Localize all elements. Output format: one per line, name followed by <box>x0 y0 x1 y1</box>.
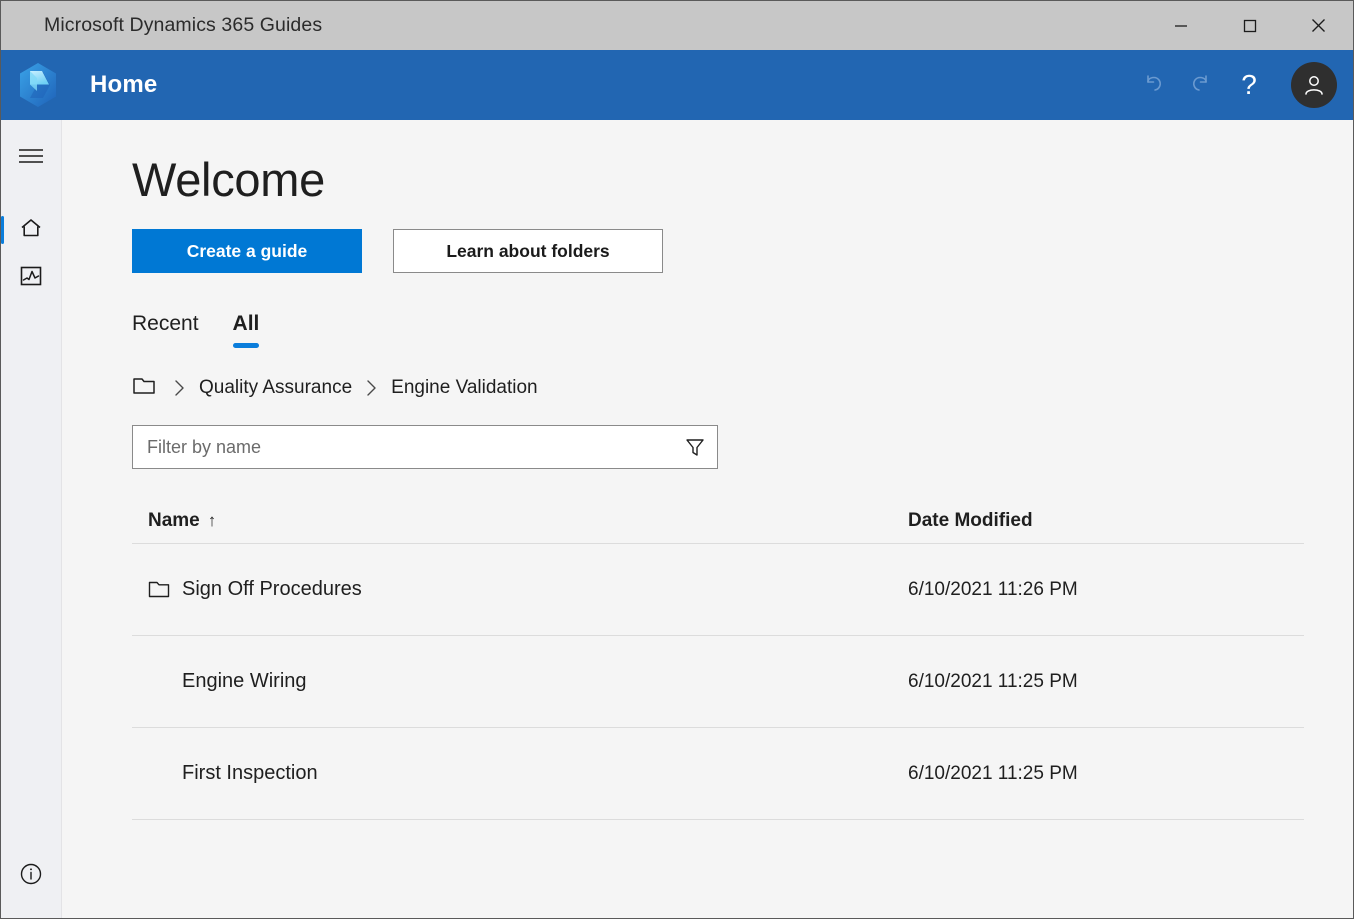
minimize-button[interactable] <box>1146 1 1215 50</box>
row-date-cell: 6/10/2021 11:25 PM <box>908 670 1078 692</box>
row-name-label: Sign Off Procedures <box>182 578 362 600</box>
breadcrumb-root-folder[interactable] <box>132 375 160 402</box>
table-row[interactable]: First Inspection 6/10/2021 11:25 PM <box>132 728 1304 820</box>
undo-icon[interactable] <box>1133 60 1177 110</box>
breadcrumb-separator-1 <box>174 379 185 397</box>
tab-all[interactable]: All <box>232 312 259 348</box>
redo-icon[interactable] <box>1177 60 1221 110</box>
column-header-name[interactable]: Name ↑ <box>148 510 908 532</box>
app-header: Home ? <box>1 50 1353 120</box>
folder-icon <box>148 579 182 600</box>
analytics-chart-icon <box>18 263 44 294</box>
help-icon[interactable]: ? <box>1221 60 1277 110</box>
sidebar-item-home[interactable] <box>1 206 62 254</box>
filter-input[interactable] <box>133 436 673 458</box>
sort-ascending-icon: ↑ <box>207 510 217 530</box>
table-row[interactable]: Engine Wiring 6/10/2021 11:25 PM <box>132 636 1304 728</box>
breadcrumb-item-quality-assurance[interactable]: Quality Assurance <box>199 377 352 399</box>
row-date-cell: 6/10/2021 11:25 PM <box>908 762 1078 784</box>
main-content: Welcome Create a guide Learn about folde… <box>62 120 1353 918</box>
create-guide-button[interactable]: Create a guide <box>132 229 362 273</box>
title-bar: Microsoft Dynamics 365 Guides <box>1 1 1353 50</box>
breadcrumb-item-engine-validation[interactable]: Engine Validation <box>391 377 537 399</box>
header-actions: ? <box>1133 60 1353 110</box>
left-rail <box>1 120 62 918</box>
dynamics-365-guides-logo <box>13 60 63 110</box>
breadcrumb: Quality Assurance Engine Validation <box>132 374 1353 402</box>
maximize-button[interactable] <box>1215 1 1284 50</box>
breadcrumb-separator-2 <box>366 379 377 397</box>
row-name-cell: First Inspection <box>148 762 908 785</box>
info-icon[interactable] <box>1 850 62 898</box>
app-body: Welcome Create a guide Learn about folde… <box>1 120 1353 918</box>
action-button-row: Create a guide Learn about folders <box>132 229 1353 273</box>
table-row[interactable]: Sign Off Procedures 6/10/2021 11:26 PM <box>132 544 1304 636</box>
close-button[interactable] <box>1284 1 1353 50</box>
guides-table: Name ↑ Date Modified Sign Off Procedures <box>132 498 1304 820</box>
user-avatar[interactable] <box>1291 62 1337 108</box>
learn-about-folders-button[interactable]: Learn about folders <box>393 229 663 273</box>
column-header-name-label: Name <box>148 509 200 531</box>
row-name-label: First Inspection <box>182 762 318 784</box>
sidebar-item-analytics[interactable] <box>1 254 62 302</box>
window-controls <box>1146 1 1353 50</box>
filter-field <box>132 425 718 469</box>
folder-icon <box>132 375 160 402</box>
row-name-cell: Engine Wiring <box>148 670 908 693</box>
home-icon <box>18 215 44 246</box>
row-name-label: Engine Wiring <box>182 670 307 692</box>
table-header-row: Name ↑ Date Modified <box>132 498 1304 544</box>
app-window: Microsoft Dynamics 365 Guides Home ? Wel… <box>0 0 1354 919</box>
filter-funnel-icon[interactable] <box>673 426 717 468</box>
window-title: Microsoft Dynamics 365 Guides <box>44 14 323 36</box>
column-header-date-modified[interactable]: Date Modified <box>908 510 1033 532</box>
page-title: Welcome <box>132 153 325 206</box>
page-title-header: Home <box>90 71 158 98</box>
row-date-cell: 6/10/2021 11:26 PM <box>908 578 1078 600</box>
hamburger-menu-icon[interactable] <box>1 132 62 180</box>
tab-recent[interactable]: Recent <box>132 312 199 348</box>
view-tabs: Recent All <box>132 312 1353 348</box>
row-name-cell: Sign Off Procedures <box>148 578 908 601</box>
